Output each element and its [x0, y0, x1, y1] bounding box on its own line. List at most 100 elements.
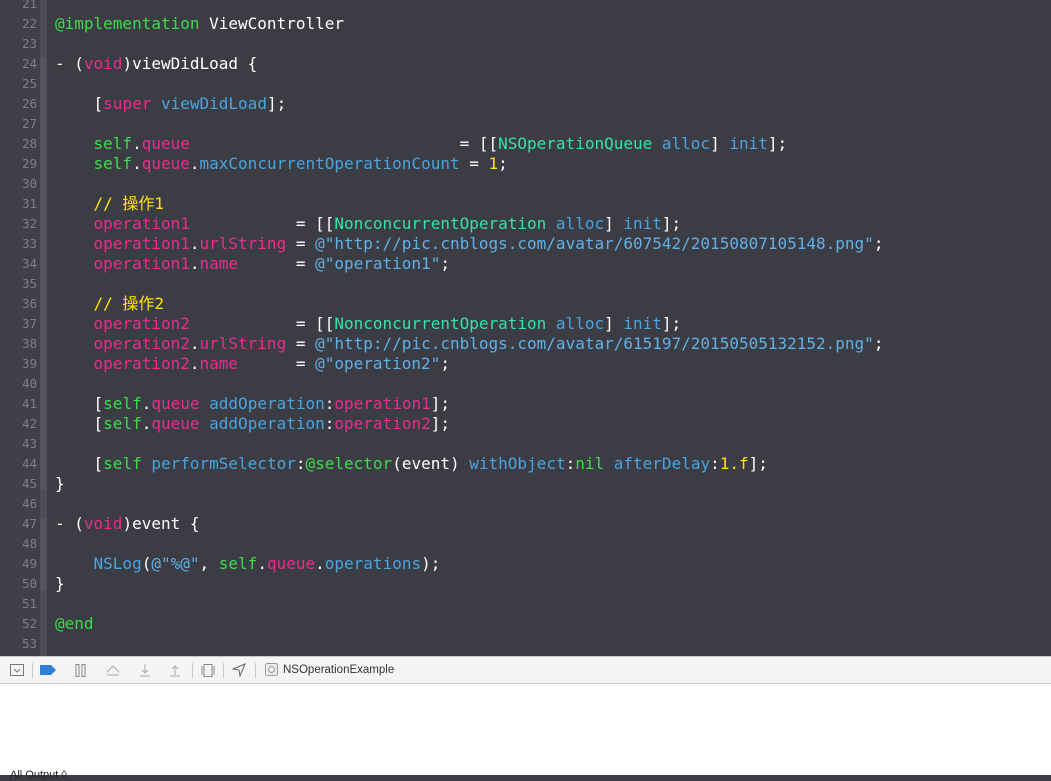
separator: [32, 663, 33, 678]
code-token: self: [93, 154, 133, 173]
code-line[interactable]: 48: [0, 534, 1051, 554]
code-line[interactable]: 44 [self performSelector: @selector(event…: [0, 454, 1051, 474]
line-number: 32: [21, 216, 37, 231]
line-number: 35: [21, 276, 37, 291]
code-token: alloc: [661, 134, 711, 153]
step-out-icon[interactable]: [167, 662, 183, 678]
view-hierarchy-icon[interactable]: [200, 662, 216, 678]
code-token: addOperation: [209, 394, 325, 413]
code-token: }: [55, 574, 65, 593]
pause-icon[interactable]: [73, 662, 89, 678]
code-line[interactable]: 25: [0, 74, 1051, 94]
code-line[interactable]: 43: [0, 434, 1051, 454]
code-token: [: [55, 414, 104, 433]
code-token: = [[: [189, 134, 499, 153]
code-line[interactable]: 35: [0, 274, 1051, 294]
code-text: [super viewDidLoad];: [55, 94, 287, 114]
code-line[interactable]: 40: [0, 374, 1051, 394]
hide-debug-area-icon[interactable]: [9, 662, 25, 678]
code-text: @end: [55, 614, 94, 634]
code-token: @selector: [305, 454, 393, 473]
code-line[interactable]: 42 [self.queue addOperation:operation2];: [0, 414, 1051, 434]
code-line[interactable]: 36 // 操作2: [0, 294, 1051, 314]
code-token: name: [199, 254, 239, 273]
breadcrumb[interactable]: NSOperationExample: [265, 662, 394, 678]
code-token: ]: [604, 314, 624, 333]
code-editor[interactable]: 21 22 @implementation ViewController 23 24 - …: [0, 0, 1051, 656]
code-token: @"%@": [151, 554, 200, 573]
code-line[interactable]: 39 operation2.name = @"operation2";: [0, 354, 1051, 374]
line-number: 41: [21, 396, 37, 411]
code-line[interactable]: 38 operation2.urlString = @"http://pic.c…: [0, 334, 1051, 354]
line-number: 50: [21, 576, 37, 591]
code-text: operation1.urlString = @"http://pic.cnbl…: [55, 234, 884, 254]
code-token: :: [324, 394, 335, 413]
code-line[interactable]: 37 operation2 = [[NonconcurrentOperation…: [0, 314, 1051, 334]
code-token: ];: [661, 314, 682, 333]
code-token: .: [189, 254, 200, 273]
code-token: NSLog: [93, 554, 142, 573]
code-line[interactable]: 29 self.queue.maxConcurrentOperationCoun…: [0, 154, 1051, 174]
code-line[interactable]: 50}: [0, 574, 1051, 594]
code-token: ];: [748, 454, 768, 473]
code-token: 1: [488, 154, 499, 173]
line-number: 46: [21, 496, 37, 511]
code-line[interactable]: 23: [0, 34, 1051, 54]
code-line[interactable]: 34 operation1.name = @"operation1";: [0, 254, 1051, 274]
code-line[interactable]: 41 [self.queue addOperation:operation1];: [0, 394, 1051, 414]
code-line[interactable]: 52 @end: [0, 614, 1051, 634]
code-token: alloc: [555, 214, 605, 233]
step-into-icon[interactable]: [137, 662, 153, 678]
location-icon[interactable]: [231, 662, 247, 678]
line-number: 42: [21, 416, 37, 431]
code-line[interactable]: 26 [super viewDidLoad];: [0, 94, 1051, 114]
code-token: :: [324, 414, 335, 433]
code-line[interactable]: 24 - (void)viewDidLoad {: [0, 54, 1051, 74]
line-number: 52: [21, 616, 37, 631]
code-text: @implementation ViewController: [55, 14, 344, 34]
code-text: operation2.urlString = @"http://pic.cnbl…: [55, 334, 884, 354]
code-token: @"http://pic.cnblogs.com/avatar/607542/2…: [315, 234, 874, 253]
code-line[interactable]: 32 operation1 = [[NonconcurrentOperation…: [0, 214, 1051, 234]
scope-fold-marker[interactable]: [40, 518, 46, 590]
code-token: =: [238, 354, 316, 373]
code-token: @"operation1": [315, 254, 441, 273]
code-text: }: [55, 574, 65, 594]
line-number: 31: [21, 196, 37, 211]
code-token: :: [710, 454, 720, 473]
output-filter-selector[interactable]: All Output ◊: [10, 769, 67, 781]
code-line[interactable]: 49 NSLog(@"%@", self.queue.operations);: [0, 554, 1051, 574]
code-token: ;: [873, 334, 884, 353]
code-line[interactable]: 21: [0, 0, 1051, 14]
code-token: void: [83, 514, 123, 533]
console-output-area[interactable]: [0, 684, 1051, 775]
code-token: @"operation2": [315, 354, 441, 373]
code-line[interactable]: 45}: [0, 474, 1051, 494]
code-line[interactable]: 51: [0, 594, 1051, 614]
code-line[interactable]: 28 self.queue = [[NSOperationQueue alloc…: [0, 134, 1051, 154]
code-line[interactable]: 22 @implementation ViewController: [0, 14, 1051, 34]
code-token: NonconcurrentOperation: [334, 214, 547, 233]
code-line[interactable]: 27: [0, 114, 1051, 134]
code-line[interactable]: 46: [0, 494, 1051, 514]
scope-fold-marker[interactable]: [40, 58, 46, 490]
code-token: operation1: [93, 234, 190, 253]
code-text: NSLog(@"%@", self.queue.operations);: [55, 554, 441, 574]
code-line[interactable]: 53: [0, 634, 1051, 654]
code-line[interactable]: 31 // 操作1: [0, 194, 1051, 214]
line-number: 23: [21, 36, 37, 51]
step-over-icon[interactable]: [105, 662, 121, 678]
code-line[interactable]: 47 - (void)event {: [0, 514, 1051, 534]
code-line[interactable]: 33 operation1.urlString = @"http://pic.c…: [0, 234, 1051, 254]
line-number: 29: [21, 156, 37, 171]
line-number: 24: [21, 56, 37, 71]
code-token: .: [189, 154, 200, 173]
code-line[interactable]: 30: [0, 174, 1051, 194]
breakpoint-toggle-icon[interactable]: [40, 662, 56, 678]
